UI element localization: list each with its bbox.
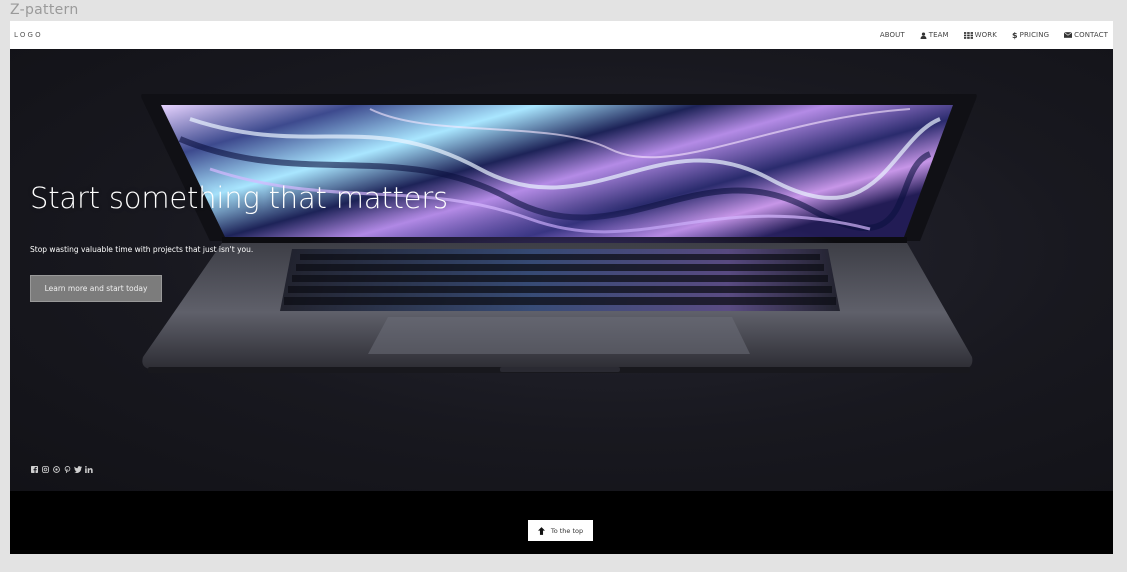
hero-headline: Start something that matters bbox=[30, 181, 448, 215]
twitter-icon[interactable] bbox=[74, 465, 82, 473]
snapchat-icon[interactable] bbox=[52, 465, 60, 473]
nav-links: ABOUT TEAM WORK $ PRICING CONTACT bbox=[880, 31, 1108, 40]
grid-icon bbox=[963, 31, 973, 39]
laptop-image bbox=[140, 94, 977, 373]
dollar-icon: $ bbox=[1011, 30, 1018, 40]
nav-item-work[interactable]: WORK bbox=[963, 31, 997, 39]
instagram-icon[interactable] bbox=[41, 465, 49, 473]
hero-section: Start something that matters Stop wastin… bbox=[10, 49, 1113, 491]
learn-more-button[interactable]: Learn more and start today bbox=[30, 275, 162, 302]
linkedin-icon[interactable] bbox=[85, 465, 93, 473]
page-title: Z-pattern bbox=[10, 2, 79, 18]
pinterest-icon[interactable] bbox=[63, 465, 71, 473]
to-top-button[interactable]: To the top bbox=[528, 520, 593, 541]
nav-item-team[interactable]: TEAM bbox=[920, 31, 949, 39]
nav-item-label: ABOUT bbox=[879, 31, 905, 39]
nav-item-label: TEAM bbox=[928, 31, 949, 39]
logo[interactable]: LOGO bbox=[14, 31, 43, 39]
nav-item-label: CONTACT bbox=[1074, 31, 1108, 39]
nav-item-contact[interactable]: CONTACT bbox=[1064, 31, 1108, 39]
arrow-up-icon bbox=[537, 526, 545, 535]
navbar: LOGO ABOUT TEAM WORK $ PRICING CONTACT bbox=[10, 21, 1113, 49]
website-frame: LOGO ABOUT TEAM WORK $ PRICING CONTACT S… bbox=[10, 21, 1113, 554]
nav-item-label: WORK bbox=[974, 31, 997, 39]
user-icon bbox=[920, 31, 927, 39]
hero-subheadline: Stop wasting valuable time with projects… bbox=[30, 245, 254, 254]
facebook-icon[interactable] bbox=[30, 465, 38, 473]
footer: To the top bbox=[10, 491, 1113, 554]
nav-item-about[interactable]: ABOUT bbox=[880, 31, 905, 39]
nav-item-label: PRICING bbox=[1019, 31, 1050, 39]
to-top-label: To the top bbox=[550, 526, 584, 535]
envelope-icon bbox=[1064, 32, 1073, 38]
nav-item-pricing[interactable]: $ PRICING bbox=[1012, 31, 1049, 40]
social-links bbox=[30, 465, 93, 473]
